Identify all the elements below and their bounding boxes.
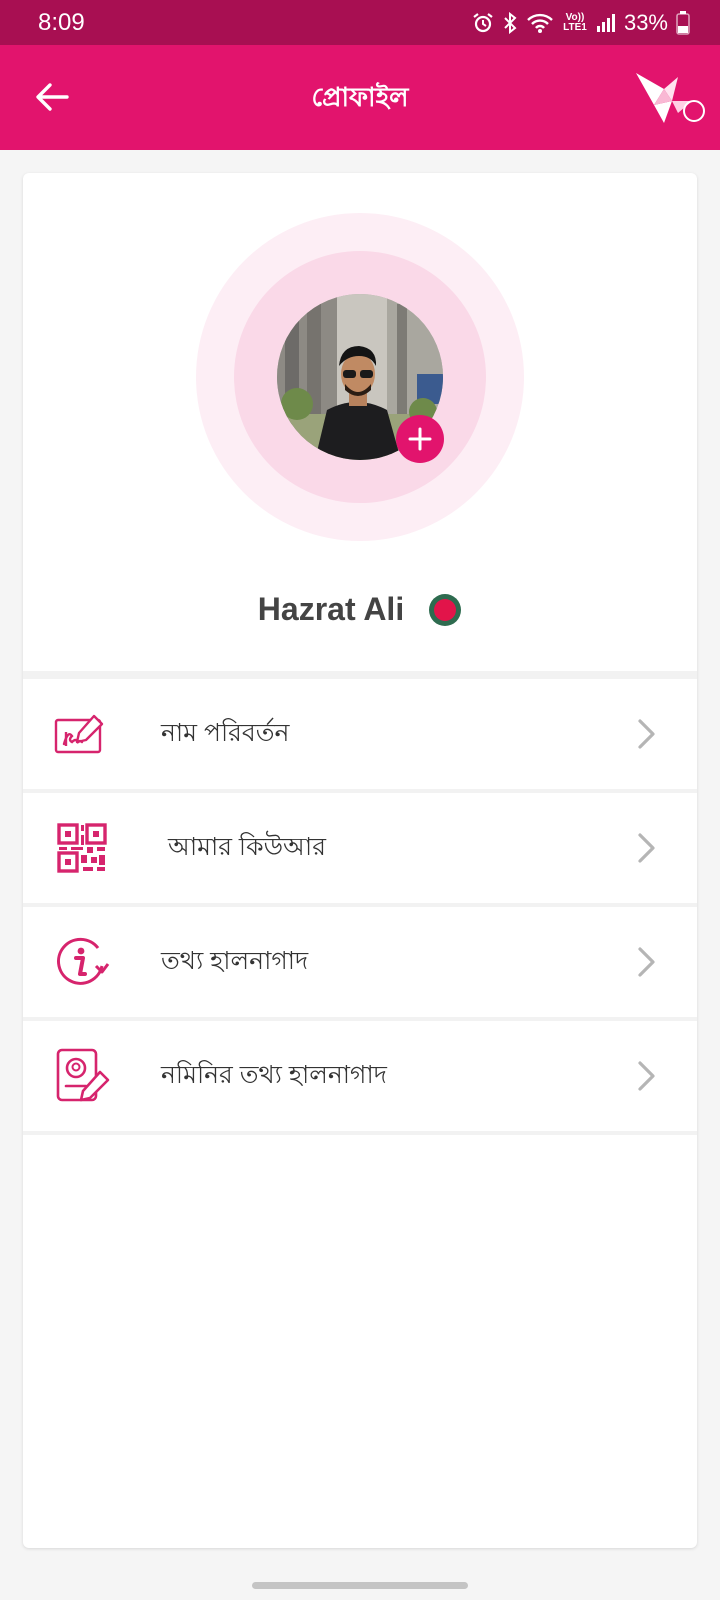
wifi-icon xyxy=(527,13,553,33)
signal-icon xyxy=(596,13,615,32)
bangladesh-flag-icon xyxy=(429,593,462,626)
status-time: 8:09 xyxy=(38,8,85,36)
battery-icon xyxy=(676,10,690,35)
menu-item-label: আমার কিউআর xyxy=(161,832,326,861)
menu-item-label: তথ্য হালনাগাদ xyxy=(161,946,309,975)
plus-icon xyxy=(408,427,432,451)
info-refresh-icon xyxy=(53,933,111,991)
signature-icon xyxy=(53,705,111,763)
home-indicator[interactable] xyxy=(252,1582,468,1589)
battery-percent: 33% xyxy=(623,9,668,35)
menu-item-update-info[interactable]: তথ্য হালনাগাদ xyxy=(23,907,697,1021)
network-label: Vo)) LTE1 xyxy=(563,11,587,33)
app-bar: প্রোফাইল xyxy=(0,45,720,150)
status-icons: Vo)) LTE1 33% xyxy=(472,10,690,36)
profile-header: Hazrat Ali xyxy=(23,173,697,671)
chevron-right-icon xyxy=(638,833,655,863)
alarm-icon xyxy=(473,12,493,32)
add-photo-button[interactable] xyxy=(396,415,444,463)
nominee-edit-icon xyxy=(53,1047,111,1105)
menu-item-label: নাম পরিবর্তন xyxy=(161,718,290,747)
menu-item-change-name[interactable]: নাম পরিবর্তন xyxy=(23,679,697,793)
menu-item-my-qr[interactable]: আমার কিউআর xyxy=(23,793,697,907)
status-bar: 8:09 Vo)) LTE1 33% xyxy=(0,0,720,45)
profile-card: Hazrat Ali নাম পরিবর্তন আমার কিউআর তথ্য … xyxy=(23,173,697,1548)
qr-code-icon xyxy=(53,819,111,877)
paper-bird-logo xyxy=(636,73,692,123)
chevron-right-icon xyxy=(638,1061,655,1091)
page-title: প্রোফাইল xyxy=(311,82,409,112)
menu-item-label: নমিনির তথ্য হালনাগাদ xyxy=(161,1060,387,1089)
bluetooth-icon xyxy=(504,11,517,34)
chevron-right-icon xyxy=(638,719,655,749)
chevron-right-icon xyxy=(638,947,655,977)
name-row: Hazrat Ali xyxy=(23,591,697,628)
menu-item-nominee-update[interactable]: নমিনির তথ্য হালনাগাদ xyxy=(23,1021,697,1135)
section-divider xyxy=(23,671,697,679)
user-name: Hazrat Ali xyxy=(257,591,405,627)
logo-ring xyxy=(683,100,705,122)
